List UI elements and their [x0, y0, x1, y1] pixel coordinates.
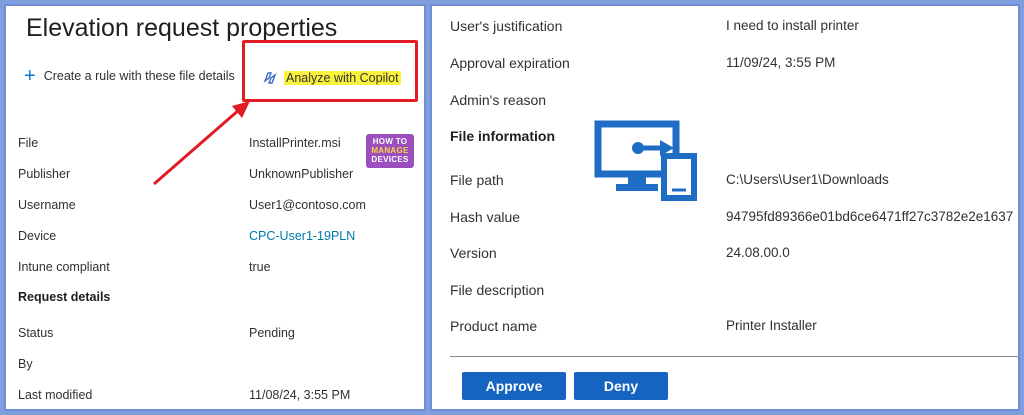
- justification-value: I need to install printer: [726, 18, 859, 33]
- by-label: By: [18, 357, 33, 371]
- hash-value-label: Hash value: [450, 209, 521, 225]
- approval-expiration-label: Approval expiration: [450, 55, 570, 71]
- device-link[interactable]: CPC-User1-19PLN: [249, 229, 355, 243]
- file-value: InstallPrinter.msi: [249, 136, 341, 150]
- logo-line3: DEVICES: [371, 155, 409, 164]
- username-label: Username: [18, 198, 76, 212]
- status-label: Status: [18, 326, 54, 340]
- footer-divider: [450, 356, 1018, 357]
- intune-compliant-value: true: [249, 260, 271, 274]
- admin-reason-label: Admin's reason: [450, 92, 547, 108]
- intune-compliant-label: Intune compliant: [18, 260, 110, 274]
- file-label: File: [18, 136, 39, 150]
- approval-expiration-value: 11/09/24, 3:55 PM: [726, 55, 836, 70]
- product-name-label: Product name: [450, 318, 538, 334]
- remote-device-icon: [594, 120, 697, 201]
- username-value: User1@contoso.com: [249, 198, 366, 212]
- file-information-heading: File information: [450, 128, 555, 144]
- hash-value: 94795fd89366e01bd6ce6471ff27c3782e2e1637: [726, 209, 1014, 224]
- version-label: Version: [450, 245, 497, 261]
- request-details-panel: User's justification I need to install p…: [430, 4, 1020, 411]
- publisher-label: Publisher: [18, 167, 71, 181]
- justification-label: User's justification: [450, 18, 563, 34]
- device-label: Device: [18, 229, 57, 243]
- file-description-label: File description: [450, 282, 545, 298]
- how-to-manage-devices-logo: HOW TO MANAGE DEVICES: [366, 134, 414, 168]
- logo-line2: MANAGE: [371, 146, 409, 155]
- approve-button[interactable]: Approve: [462, 372, 566, 400]
- publisher-value: UnknownPublisher: [249, 167, 354, 181]
- logo-line1: HOW TO: [372, 137, 408, 146]
- status-value: Pending: [249, 326, 295, 340]
- product-name-value: Printer Installer: [726, 318, 817, 333]
- version-value: 24.08.00.0: [726, 245, 790, 260]
- deny-button[interactable]: Deny: [574, 372, 668, 400]
- request-details-heading: Request details: [18, 290, 111, 304]
- last-modified-value: 11/08/24, 3:55 PM: [249, 388, 351, 402]
- elevation-request-panel: Elevation request properties + Create a …: [4, 4, 426, 411]
- file-path-value: C:\Users\User1\Downloads: [726, 172, 889, 187]
- file-path-label: File path: [450, 172, 504, 188]
- last-modified-label: Last modified: [18, 388, 93, 402]
